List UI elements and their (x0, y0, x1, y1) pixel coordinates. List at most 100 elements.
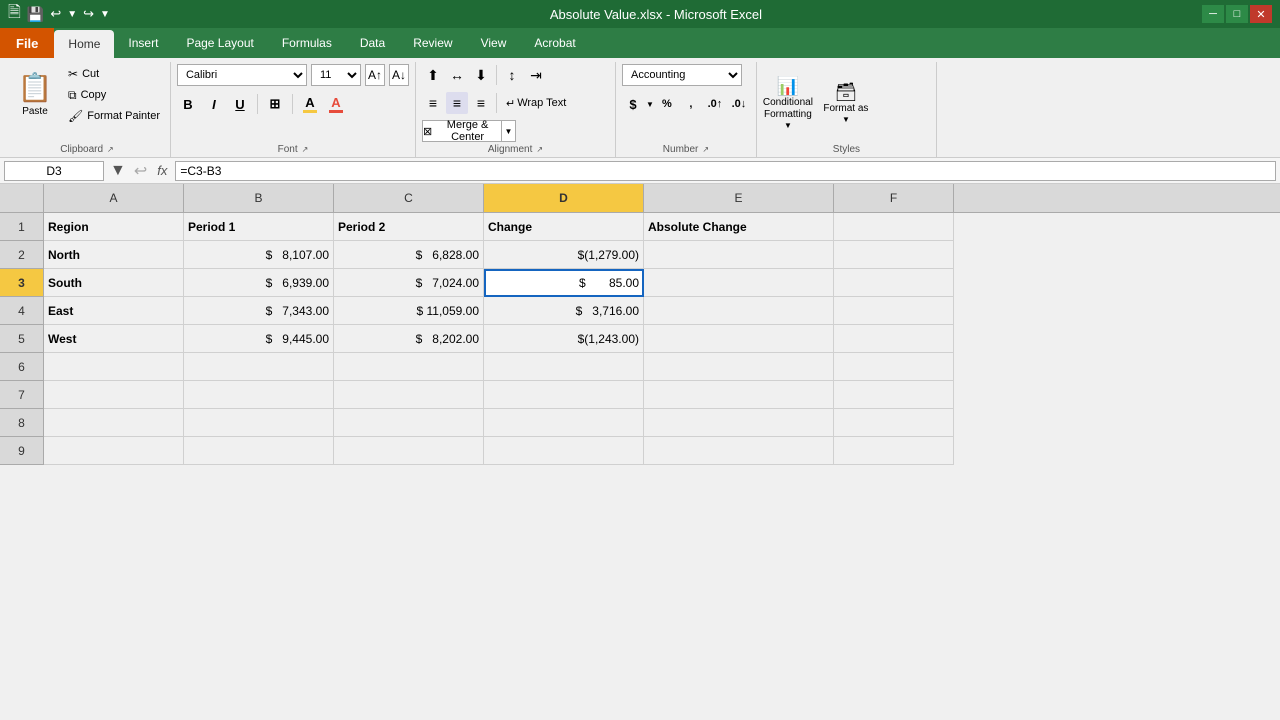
cell-d4[interactable]: $ 3,716.00 (484, 297, 644, 325)
col-header-b[interactable]: B (184, 184, 334, 212)
formula-input[interactable]: =C3-B3 (175, 161, 1276, 181)
dec-decimal-button[interactable]: .0↓ (728, 93, 750, 115)
cell-a2[interactable]: North (44, 241, 184, 269)
cell-b8[interactable] (184, 409, 334, 437)
cell-c9[interactable] (334, 437, 484, 465)
tab-home[interactable]: Home (54, 30, 114, 58)
cell-b6[interactable] (184, 353, 334, 381)
format-as-table-button[interactable]: 🗃 Format as ▼ (821, 80, 871, 126)
font-size-selector[interactable]: 11 (311, 64, 361, 86)
align-left-button[interactable]: ≡ (422, 92, 444, 114)
cell-d8[interactable] (484, 409, 644, 437)
tab-review[interactable]: Review (399, 28, 466, 58)
font-selector[interactable]: Calibri (177, 64, 307, 86)
row-header-2[interactable]: 2 (0, 241, 44, 269)
col-header-f[interactable]: F (834, 184, 954, 212)
cell-c7[interactable] (334, 381, 484, 409)
number-expand-icon[interactable]: ↗ (702, 145, 709, 154)
wrap-text-button[interactable]: ↵ Wrap Text (501, 92, 571, 114)
cell-a9[interactable] (44, 437, 184, 465)
copy-button[interactable]: ⧉ Copy (64, 85, 164, 105)
format-painter-button[interactable]: 🖌 Format Painter (64, 106, 164, 126)
cell-c3[interactable]: $ 7,024.00 (334, 269, 484, 297)
align-top-button[interactable]: ⬆ (422, 64, 444, 86)
cut-button[interactable]: ✂ Cut (64, 64, 164, 84)
formula-dropdown-icon[interactable]: ▼ (108, 162, 128, 180)
cell-e4[interactable] (644, 297, 834, 325)
cell-f8[interactable] (834, 409, 954, 437)
cell-b5[interactable]: $ 9,445.00 (184, 325, 334, 353)
close-button[interactable]: ✕ (1250, 5, 1272, 23)
cell-c1[interactable]: Period 2 (334, 213, 484, 241)
align-bottom-button[interactable]: ⬇ (470, 64, 492, 86)
cell-f3[interactable] (834, 269, 954, 297)
cell-a8[interactable] (44, 409, 184, 437)
cell-a1[interactable]: Region (44, 213, 184, 241)
bold-button[interactable]: B (177, 93, 199, 115)
maximize-button[interactable]: □ (1226, 5, 1248, 23)
font-expand-icon[interactable]: ↗ (302, 145, 309, 154)
cell-d6[interactable] (484, 353, 644, 381)
cell-ref-box[interactable]: D3 (4, 161, 104, 181)
cell-e3[interactable] (644, 269, 834, 297)
dollar-dropdown[interactable]: ▼ (646, 100, 654, 109)
cell-d5[interactable]: $(1,243.00) (484, 325, 644, 353)
merge-dropdown-button[interactable]: ▼ (502, 120, 516, 142)
tab-page-layout[interactable]: Page Layout (172, 28, 267, 58)
cell-a6[interactable] (44, 353, 184, 381)
percent-button[interactable]: % (656, 93, 678, 115)
format-as-dropdown[interactable]: ▼ (842, 115, 850, 124)
tab-data[interactable]: Data (346, 28, 399, 58)
row-header-1[interactable]: 1 (0, 213, 44, 241)
cell-f4[interactable] (834, 297, 954, 325)
fill-color-button[interactable]: A (299, 93, 321, 115)
cell-e8[interactable] (644, 409, 834, 437)
row-header-7[interactable]: 7 (0, 381, 44, 409)
cell-d3[interactable]: $ 85.00 (484, 269, 644, 297)
increase-font-size-button[interactable]: A↑ (365, 64, 385, 86)
merge-center-button[interactable]: ⊠ Merge & Center (422, 120, 502, 142)
indent-button[interactable]: ⇥ (525, 64, 547, 86)
tab-formulas[interactable]: Formulas (268, 28, 346, 58)
cell-b4[interactable]: $ 7,343.00 (184, 297, 334, 325)
cell-d2[interactable]: $(1,279.00) (484, 241, 644, 269)
row-header-3[interactable]: 3 (0, 269, 44, 297)
quick-access-redo[interactable]: ↪ (83, 6, 94, 22)
col-header-c[interactable]: C (334, 184, 484, 212)
tab-acrobat[interactable]: Acrobat (520, 28, 589, 58)
dollar-button[interactable]: $ (622, 93, 644, 115)
cell-a7[interactable] (44, 381, 184, 409)
col-header-a[interactable]: A (44, 184, 184, 212)
cell-e6[interactable] (644, 353, 834, 381)
cell-f5[interactable] (834, 325, 954, 353)
comma-button[interactable]: , (680, 93, 702, 115)
cell-b2[interactable]: $ 8,107.00 (184, 241, 334, 269)
cell-e7[interactable] (644, 381, 834, 409)
cell-d1[interactable]: Change (484, 213, 644, 241)
row-header-9[interactable]: 9 (0, 437, 44, 465)
row-header-4[interactable]: 4 (0, 297, 44, 325)
quick-access-more[interactable]: ▼ (100, 9, 110, 20)
cell-b1[interactable]: Period 1 (184, 213, 334, 241)
minimize-button[interactable]: ─ (1202, 5, 1224, 23)
quick-access-undo-arrow[interactable]: ▼ (67, 9, 77, 20)
clipboard-expand-icon[interactable]: ↗ (107, 145, 114, 154)
tab-insert[interactable]: Insert (114, 28, 172, 58)
italic-button[interactable]: I (203, 93, 225, 115)
cell-c5[interactable]: $ 8,202.00 (334, 325, 484, 353)
cell-c4[interactable]: $ 11,059.00 (334, 297, 484, 325)
cell-e1[interactable]: Absolute Change (644, 213, 834, 241)
cell-f7[interactable] (834, 381, 954, 409)
conditional-formatting-button[interactable]: 📊 Conditional Formatting ▼ (763, 74, 813, 132)
borders-button[interactable]: ⊞ (264, 93, 286, 115)
cell-c8[interactable] (334, 409, 484, 437)
formula-nav-back[interactable]: ↩ (132, 161, 149, 181)
cell-e9[interactable] (644, 437, 834, 465)
col-header-e[interactable]: E (644, 184, 834, 212)
corner-cell[interactable] (0, 184, 44, 212)
alignment-expand-icon[interactable]: ↗ (536, 145, 543, 154)
align-middle-button[interactable]: ↔ (446, 64, 468, 86)
font-color-button[interactable]: A (325, 93, 347, 115)
cell-d7[interactable] (484, 381, 644, 409)
cond-fmt-dropdown[interactable]: ▼ (784, 121, 792, 130)
